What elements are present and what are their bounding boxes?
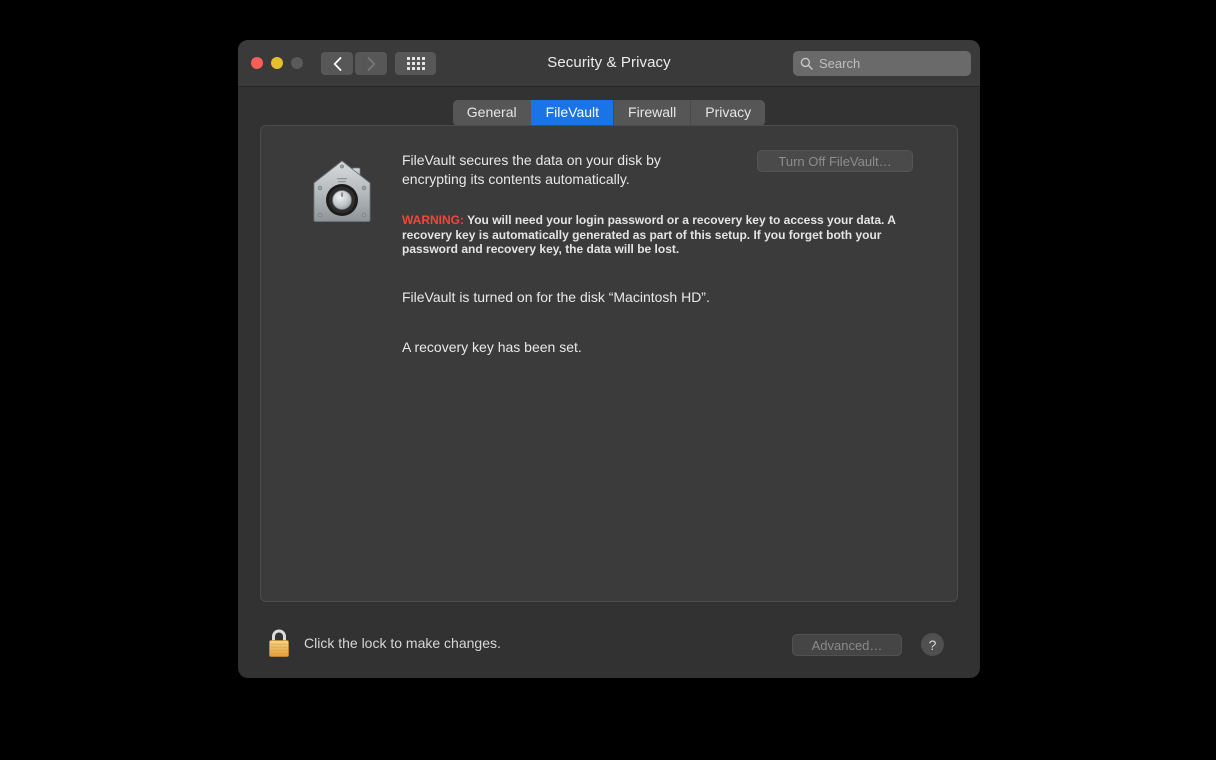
- warning-body: You will need your login password or a r…: [402, 213, 896, 256]
- filevault-status-disk: FileVault is turned on for the disk “Mac…: [402, 289, 710, 305]
- search-placeholder: Search: [819, 56, 861, 71]
- minimize-button[interactable]: [271, 57, 283, 69]
- tab-bar: General FileVault Firewall Privacy: [238, 100, 980, 126]
- close-button[interactable]: [251, 57, 263, 69]
- chevron-left-icon: [333, 56, 341, 71]
- window-footer: Click the lock to make changes. Advanced…: [238, 612, 980, 678]
- show-all-button[interactable]: [395, 52, 436, 75]
- search-input[interactable]: Search: [793, 51, 971, 76]
- lock-closed-icon[interactable]: [266, 627, 292, 659]
- filevault-description: FileVault secures the data on your disk …: [402, 152, 661, 187]
- filevault-warning: WARNING: You will need your login passwo…: [402, 213, 905, 257]
- system-preferences-window: Security & Privacy Search General FileVa…: [238, 40, 980, 678]
- help-button[interactable]: ?: [921, 633, 944, 656]
- navigation-button-group: [321, 52, 387, 75]
- lock-hint-text: Click the lock to make changes.: [304, 635, 501, 651]
- filevault-panel: FileVault secures the data on your disk …: [260, 125, 958, 602]
- search-icon: [800, 57, 813, 70]
- traffic-light-group: [251, 57, 303, 69]
- advanced-button[interactable]: Advanced…: [792, 634, 902, 656]
- chevron-right-icon: [367, 56, 375, 71]
- segmented-control: General FileVault Firewall Privacy: [452, 100, 766, 126]
- tab-privacy[interactable]: Privacy: [690, 100, 766, 126]
- tab-filevault[interactable]: FileVault: [530, 100, 614, 126]
- back-button[interactable]: [321, 52, 353, 75]
- forward-button: [355, 52, 387, 75]
- warning-label: WARNING:: [402, 213, 464, 227]
- filevault-house-safe-icon: [313, 160, 371, 222]
- window-toolbar: Security & Privacy Search: [238, 40, 980, 87]
- tab-firewall[interactable]: Firewall: [613, 100, 691, 126]
- tab-general[interactable]: General: [452, 100, 531, 126]
- turn-off-filevault-button[interactable]: Turn Off FileVault…: [757, 150, 913, 172]
- grid-icon: [406, 57, 425, 70]
- zoom-button: [291, 57, 303, 69]
- filevault-status-recovery-key: A recovery key has been set.: [402, 339, 582, 355]
